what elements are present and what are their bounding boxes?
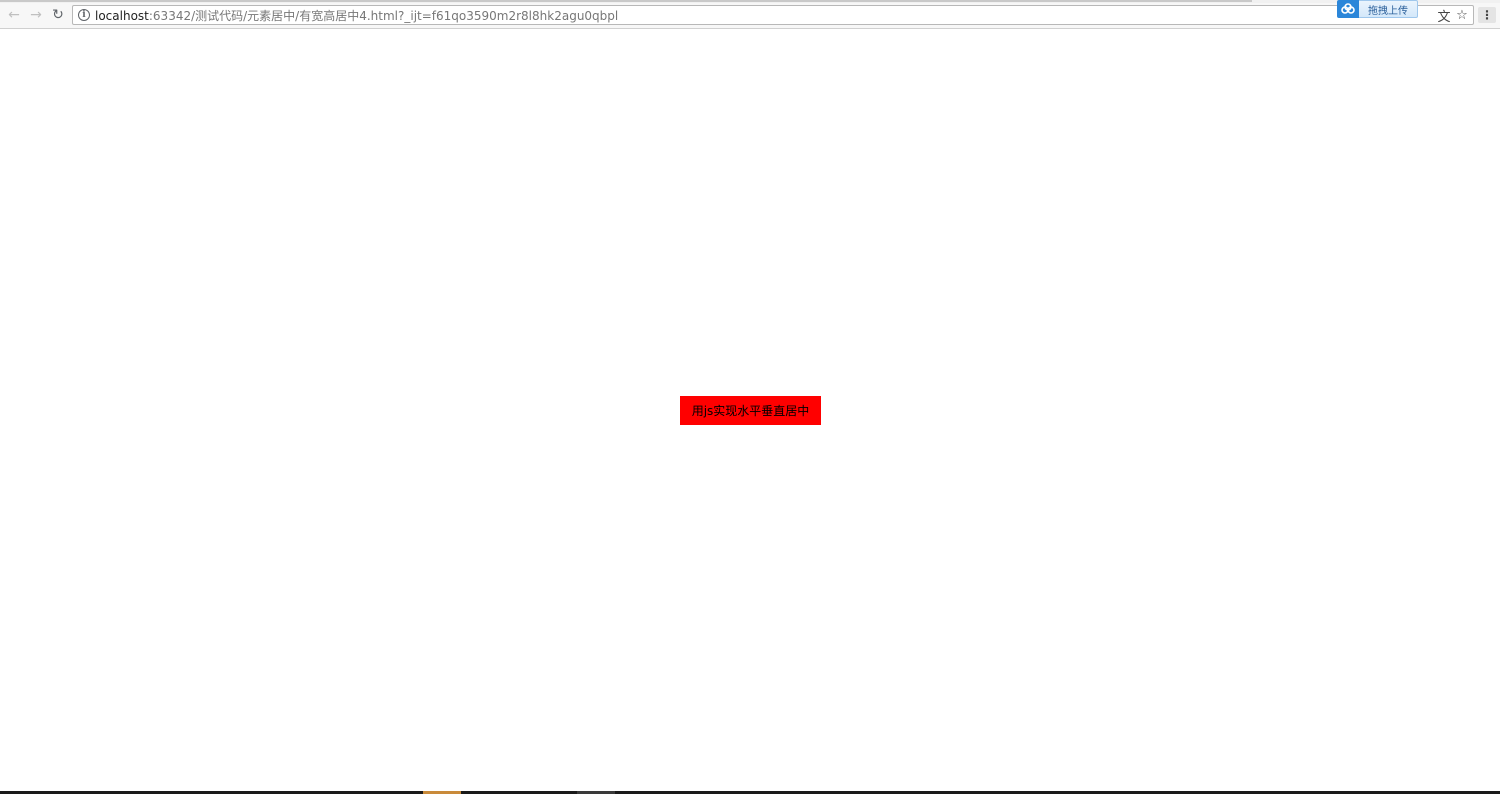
reload-icon: ↻ (52, 7, 64, 23)
arrow-left-icon: ← (8, 7, 20, 23)
translate-icon: 文 (1437, 9, 1451, 25)
page-content: 用js实现水平垂直居中 (0, 29, 1500, 791)
url-text: localhost:63342/测试代码/元素居中/有宽高居中4.html?_i… (95, 7, 618, 24)
upload-widget[interactable]: 拖拽上传 (1337, 0, 1418, 18)
loading-indicator (0, 0, 1252, 2)
kebab-menu-icon: ⋮ (1481, 8, 1493, 22)
star-icon: ☆ (1456, 7, 1468, 23)
translate-button[interactable]: 文 (1436, 7, 1452, 25)
url-path: :63342/测试代码/元素居中/有宽高居中4.html?_ijt=f61qo3… (148, 8, 619, 23)
info-icon[interactable]: i (78, 9, 90, 21)
bookmark-button[interactable]: ☆ (1454, 7, 1470, 23)
browser-toolbar: ← → ↻ i localhost:63342/测试代码/元素居中/有宽高居中4… (0, 3, 1500, 29)
cloud-logo-icon (1337, 0, 1359, 18)
url-host: localhost (95, 8, 149, 23)
drag-upload-button[interactable]: 拖拽上传 (1359, 0, 1418, 18)
forward-button[interactable]: → (26, 5, 46, 25)
arrow-right-icon: → (30, 7, 42, 23)
back-button[interactable]: ← (4, 5, 24, 25)
address-bar[interactable]: i localhost:63342/测试代码/元素居中/有宽高居中4.html?… (72, 5, 1474, 25)
centered-box: 用js实现水平垂直居中 (680, 396, 821, 425)
reload-button[interactable]: ↻ (48, 5, 68, 25)
browser-window: ← → ↻ i localhost:63342/测试代码/元素居中/有宽高居中4… (0, 0, 1500, 794)
browser-menu-button[interactable]: ⋮ (1478, 7, 1496, 23)
